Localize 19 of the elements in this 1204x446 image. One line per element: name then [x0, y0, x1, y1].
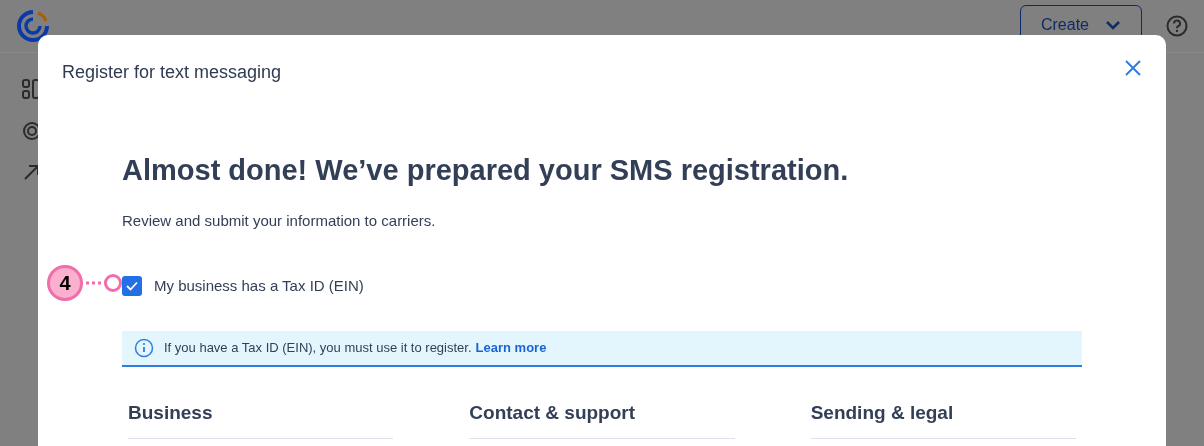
help-icon[interactable]: [1166, 15, 1188, 37]
tax-id-checkbox[interactable]: [122, 275, 142, 296]
close-icon: [1124, 59, 1142, 77]
dialog-heading: Almost done! We’ve prepared your SMS registration.: [122, 153, 850, 188]
arrow-icon[interactable]: [22, 163, 40, 181]
section-heading: Business: [128, 402, 213, 423]
dialog-title: Register for text messaging: [62, 61, 282, 84]
grid-icon[interactable]: [22, 79, 40, 99]
checkbox-label: My business has a Tax ID (EIN): [154, 275, 364, 296]
checkmark-icon: [126, 280, 138, 291]
info-icon: [134, 338, 154, 358]
learn-more-link[interactable]: Learn more: [475, 338, 547, 358]
logo-icon[interactable]: [16, 9, 50, 43]
section-heading: Contact & support: [469, 402, 636, 423]
chevron-down-icon: [1105, 18, 1121, 31]
dialog-subtitle: Review and submit your information to carriers.: [122, 211, 437, 231]
target-icon[interactable]: [22, 121, 40, 141]
info-text: If you have a Tax ID (EIN), you must use it to register.: [164, 339, 472, 358]
section-heading: Sending & legal: [810, 402, 954, 423]
